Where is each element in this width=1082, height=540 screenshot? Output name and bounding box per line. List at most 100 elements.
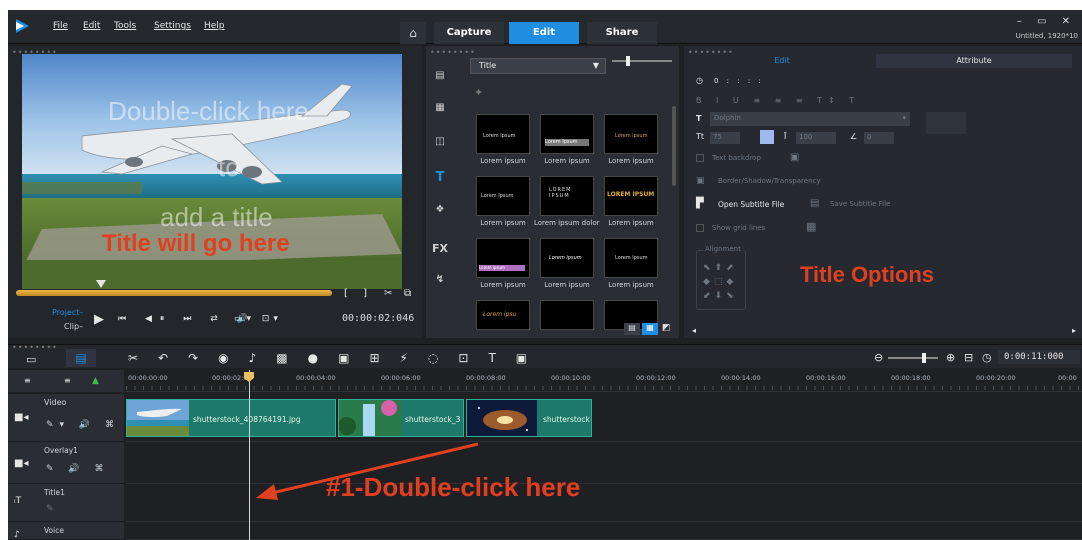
timeline-view-icon[interactable]: ▤ <box>66 349 96 367</box>
text-format-toolbar[interactable]: B I U ≡ ≡ ≡ T↕ T <box>696 96 860 105</box>
track-controls[interactable]: ✎ 🔊 ⌘ <box>46 464 109 474</box>
title-thumb-5[interactable]: LOREM IPSUM <box>540 176 594 216</box>
library-scrollbar[interactable] <box>672 106 676 186</box>
list-view-icon[interactable]: ▤ <box>624 323 640 335</box>
line-spacing-field[interactable]: 100 <box>796 132 836 144</box>
clip-mode-label[interactable]: Clip– <box>64 322 83 331</box>
window-controls[interactable]: – ▭ ✕ <box>1017 16 1076 27</box>
title-thumb-2[interactable]: Lorem Ipsum <box>540 114 594 154</box>
clip-label: shutterstock_3 <box>405 415 461 424</box>
voice-track-lane[interactable] <box>126 522 1082 540</box>
menu-help[interactable]: Help <box>204 21 225 31</box>
border-icon[interactable]: ▣ <box>696 176 705 186</box>
storyboard-view-icon[interactable]: ▭ <box>26 353 36 366</box>
library-category-dropdown[interactable]: Title ▼ <box>470 58 606 74</box>
angle-field[interactable]: 0 <box>864 132 894 144</box>
tab-capture[interactable]: Capture <box>434 22 504 44</box>
save-subtitle-button[interactable]: Save Subtitle File <box>830 200 890 208</box>
add-marker-icon[interactable]: ▲ <box>92 376 99 386</box>
font-dropdown[interactable]: Dolphin ▾ <box>710 112 910 126</box>
title-thumb-4[interactable]: Lorem Ipsum <box>476 176 530 216</box>
alignment-grid-icons[interactable]: ⬉⬆⬈ ◆⬚◆ ⬋⬇⬊ <box>703 261 749 303</box>
zoom-out-icon[interactable]: ⊖ <box>874 351 883 364</box>
video-clip-3[interactable]: shutterstock <box>466 399 592 437</box>
save-subtitle-icon[interactable]: ▤ <box>810 198 819 209</box>
duration-field[interactable]: 0 : : : : <box>714 77 764 85</box>
title-thumb-6[interactable]: LOREM IPSUM <box>604 176 658 216</box>
title-category-icon[interactable]: T <box>432 170 448 186</box>
project-mode-label[interactable]: Project– <box>52 308 83 317</box>
home-button[interactable]: ⌂ <box>400 22 426 44</box>
title-thumb-7[interactable]: Lorem ipsum <box>476 238 530 278</box>
title-thumb-8[interactable]: Lorem ipsum <box>540 238 594 278</box>
color-dropdown[interactable] <box>926 112 966 134</box>
timeline-timecode[interactable]: 0:00:11:000 <box>998 350 1080 364</box>
title-thumb-10[interactable]: Lorem ipsu <box>476 300 530 330</box>
scroll-left-icon[interactable]: ◂ <box>692 326 696 335</box>
video-track-lane[interactable]: shutterstock_408764191.jpg shutterstock_… <box>126 394 1082 442</box>
options-tab-edit[interactable]: Edit <box>694 54 870 68</box>
zoom-in-icon[interactable]: ⊕ <box>946 351 955 364</box>
preview-timecode[interactable]: 00:00:02:046 <box>342 313 414 324</box>
add-favorite-icon[interactable]: ✦ <box>474 86 483 99</box>
track-header-title[interactable]: ᵢT Title1 ✎ <box>8 484 124 522</box>
grid-view-icon[interactable]: ▦ <box>642 323 658 335</box>
track-header-video[interactable]: ■◂ Video ✎▾ 🔊 ⌘ <box>8 394 124 442</box>
graphic-icon[interactable]: ❖ <box>432 204 448 220</box>
title-thumb-9[interactable]: Lorem Ipsum <box>604 238 658 278</box>
track-manager-icon[interactable]: ≡ <box>24 376 31 385</box>
timeline-tools[interactable]: ✂↶↷◉♪▩●▣⊞⚡◌⊡T▣ <box>128 351 547 365</box>
trim-markers[interactable]: [ ] <box>344 288 373 299</box>
chapter-icon[interactable]: ≡ <box>64 376 71 385</box>
track-header-overlay[interactable]: ■◂ Overlay1 ✎ 🔊 ⌘ <box>8 442 124 484</box>
filter-category-icon[interactable]: FX <box>432 242 448 258</box>
scrubber-handle[interactable] <box>96 280 106 288</box>
title-thumb-1[interactable]: Lorem Ipsum <box>476 114 530 154</box>
instant-project-icon[interactable]: ▦ <box>432 102 448 118</box>
tab-share[interactable]: Share <box>587 22 657 44</box>
text-backdrop-checkbox[interactable] <box>696 154 704 162</box>
title-thumb-3[interactable]: Lorem ipsum <box>604 114 658 154</box>
video-clip-2[interactable]: shutterstock_3 <box>338 399 464 437</box>
timeline-grip[interactable]: •••••••• <box>12 343 58 352</box>
split-clip-icon[interactable]: ✂ <box>384 288 392 299</box>
tab-edit[interactable]: Edit <box>509 22 579 44</box>
menu-tools[interactable]: Tools <box>114 21 136 31</box>
timeline-ruler[interactable]: 00:00:00:00 00:00:02:00 00:00:04:00 00:0… <box>126 370 1082 392</box>
options-toggle-icon[interactable]: ◩ <box>662 323 674 335</box>
font-color-swatch[interactable] <box>760 130 774 144</box>
open-subtitle-button[interactable]: Open Subtitle File <box>718 200 784 209</box>
menu-edit[interactable]: Edit <box>83 21 100 31</box>
play-button[interactable]: ▶ <box>94 312 104 327</box>
menu-file[interactable]: File <box>53 21 68 31</box>
track-controls[interactable]: ✎▾ 🔊 ⌘ <box>46 420 120 430</box>
options-tab-attribute[interactable]: Attribute <box>876 54 1072 68</box>
video-clip-1[interactable]: shutterstock_408764191.jpg <box>126 399 336 437</box>
timeline-toolbar: •••••••• ▭ ▤ ✂↶↷◉♪▩●▣⊞⚡◌⊡T▣ ⊖ ⊕ ⊟ ◷ 0:00… <box>8 343 1082 368</box>
title-thumb-11[interactable] <box>540 300 594 330</box>
preview-window[interactable]: Double-click here to add a title Title w… <box>22 54 402 289</box>
backdrop-settings-icon[interactable]: ▣ <box>790 152 799 163</box>
grid-lines-checkbox[interactable] <box>696 224 704 232</box>
scroll-right-icon[interactable]: ▸ <box>1072 326 1076 335</box>
thumbnail-size-slider[interactable] <box>612 56 672 66</box>
title-label-4: Lorem ipsum <box>480 219 526 227</box>
media-library-icon[interactable]: ▤ <box>432 70 448 86</box>
copy-icon[interactable]: ⧉ <box>404 288 411 299</box>
track-edit-icon[interactable]: ✎ <box>46 504 54 514</box>
zoom-slider[interactable] <box>888 353 938 363</box>
transition-icon[interactable]: ◫ <box>432 136 448 152</box>
track-manager-bar: ≡ ≡ ▲ <box>8 370 124 392</box>
line-spacing-icon: Ī <box>784 132 787 141</box>
library-grip[interactable]: •••••••• <box>430 48 476 57</box>
font-size-field[interactable]: 75 <box>710 132 740 144</box>
menu-settings[interactable]: Settings <box>154 21 191 31</box>
open-subtitle-icon[interactable]: ▛ <box>696 198 704 209</box>
track-header-voice[interactable]: ♪ Voice <box>8 522 124 540</box>
fit-project-icon[interactable]: ⊟ <box>964 351 973 364</box>
preview-settings-icons[interactable]: ▭▾ ⊡▾ <box>234 314 282 324</box>
preview-scrubber[interactable] <box>16 290 332 296</box>
path-icon[interactable]: ↯ <box>432 274 448 290</box>
grid-settings-icon[interactable]: ▦ <box>806 220 816 233</box>
border-shadow-label[interactable]: Border/Shadow/Transparency <box>718 177 821 185</box>
